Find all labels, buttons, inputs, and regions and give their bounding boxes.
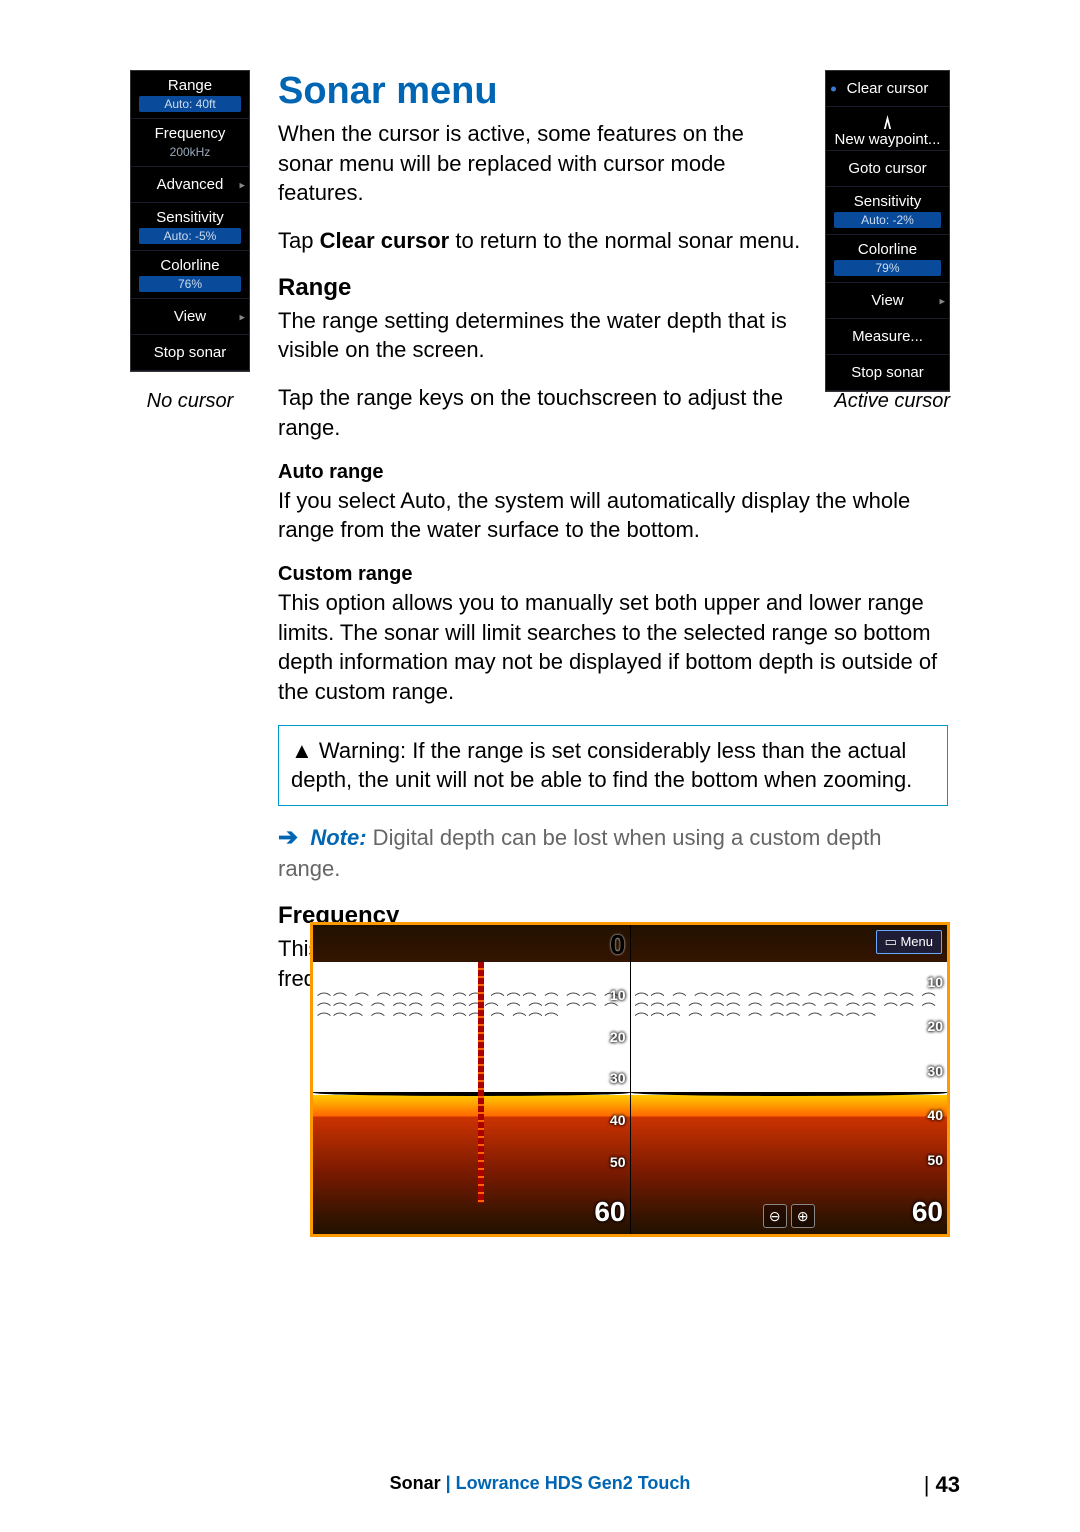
menu-value: Auto: -2%: [834, 212, 941, 228]
menu-label: View: [871, 292, 903, 309]
fish-arcs-decoration: ︵︵ ︵ ︵︵︵ ︵ ︵︵ ︵︵︵ ︵ ︵︵ ︵ ︵︵︵ ︵ ︵︵ ︵ ︵︵︵ …: [631, 981, 948, 1095]
caption-active-cursor: Active cursor: [810, 390, 950, 413]
text: to return to the normal sonar menu.: [449, 228, 800, 253]
menu-label: Sensitivity: [156, 209, 224, 226]
menu-label: Colorline: [858, 241, 917, 258]
arrow-right-icon: ➔: [278, 824, 298, 851]
menu-item-colorline: Colorline 76%: [131, 251, 249, 299]
menu-no-cursor: Range Auto: 40ft Frequency 200kHz Advanc…: [130, 70, 250, 372]
sonar-split-screenshot: ︵︵ ︵ ︵︵︵ ︵ ︵︵ ︵︵︵ ︵ ︵︵ ︵ ︵︵︵ ︵ ︵︵ ︵ ︵︵︵ …: [310, 922, 950, 1237]
footer-section: Sonar: [390, 1473, 441, 1493]
chevron-right-icon: ▸: [939, 294, 945, 307]
note-label: Note:: [310, 825, 366, 850]
menu-label: Stop sonar: [154, 344, 227, 361]
zoom-buttons: ⊖ ⊕: [763, 1204, 815, 1228]
waypoint-flag-icon: [879, 115, 897, 129]
zoom-out-icon: ⊖: [763, 1204, 787, 1228]
menu-item-clear-cursor: Clear cursor: [826, 71, 949, 107]
footer-product: Lowrance HDS Gen2 Touch: [456, 1473, 691, 1493]
tick: 20: [594, 1029, 625, 1045]
menu-label: Goto cursor: [848, 160, 926, 177]
tick: 0: [594, 929, 625, 961]
range-p2: Tap the range keys on the touchscreen to…: [278, 383, 803, 442]
depth-ruler-icon: [478, 962, 484, 1203]
sonar-left-panel: ︵︵ ︵ ︵︵︵ ︵ ︵︵ ︵︵︵ ︵ ︵︵ ︵ ︵︵︵ ︵ ︵︵ ︵ ︵︵︵ …: [313, 925, 631, 1234]
menu-item-goto-cursor: Goto cursor: [826, 151, 949, 187]
intro-paragraph-2: Tap Clear cursor to return to the normal…: [278, 226, 803, 256]
tick: [912, 929, 943, 945]
depth-ticks-left: 0 10 20 30 40 50 60: [594, 925, 625, 1234]
chevron-right-icon: ▸: [239, 178, 245, 191]
menu-label: Advanced: [157, 176, 224, 193]
custom-range-paragraph: This option allows you to manually set b…: [278, 588, 948, 707]
range-heading: Range: [278, 274, 803, 302]
sonar-right-panel: ︵︵ ︵ ︵︵︵ ︵ ︵︵ ︵︵︵ ︵ ︵︵ ︵ ︵︵︵ ︵ ︵︵ ︵ ︵︵︵ …: [631, 925, 948, 1234]
menu-item-view: View ▸: [131, 299, 249, 335]
warning-text: Warning: If the range is set considerabl…: [291, 738, 912, 793]
menu-value: 200kHz: [139, 144, 241, 160]
menu-label: Measure...: [852, 328, 923, 345]
custom-range-heading: Custom range: [278, 563, 948, 586]
menu-item-colorline: Colorline 79%: [826, 235, 949, 283]
menu-value: 76%: [139, 276, 241, 292]
menu-item-advanced: Advanced ▸: [131, 167, 249, 203]
tick: 50: [594, 1154, 625, 1170]
page-footer: Sonar | Lowrance HDS Gen2 Touch: [0, 1473, 1080, 1494]
note-line: ➔ Note: Digital depth can be lost when u…: [278, 822, 948, 884]
footer-separator: |: [441, 1473, 456, 1493]
menu-item-new-waypoint: New waypoint...: [826, 107, 949, 151]
depth-ticks-right: 10 20 30 40 50 60: [912, 925, 943, 1234]
tick: 40: [594, 1112, 625, 1128]
chevron-right-icon: ▸: [239, 310, 245, 323]
menu-item-sensitivity: Sensitivity Auto: -2%: [826, 187, 949, 235]
page-number: 43: [924, 1472, 960, 1498]
menu-value: Auto: -5%: [139, 228, 241, 244]
tick: 60: [912, 1196, 943, 1228]
menu-value: 79%: [834, 260, 941, 276]
auto-range-paragraph: If you select Auto, the system will auto…: [278, 486, 948, 545]
menu-item-stop-sonar: Stop sonar: [826, 355, 949, 391]
menu-label: Colorline: [160, 257, 219, 274]
menu-value: Auto: 40ft: [139, 96, 241, 112]
tick: 40: [912, 1107, 943, 1123]
warning-box: ▲ Warning: If the range is set considera…: [278, 725, 948, 806]
menu-label: Range: [168, 77, 212, 94]
bottom-line-decoration: [631, 1092, 948, 1096]
section-title: Sonar menu: [278, 70, 803, 113]
intro-paragraph-1: When the cursor is active, some features…: [278, 119, 803, 208]
text: Tap: [278, 228, 320, 253]
menu-item-stop-sonar: Stop sonar: [131, 335, 249, 371]
menu-item-sensitivity: Sensitivity Auto: -5%: [131, 203, 249, 251]
zoom-in-icon: ⊕: [791, 1204, 815, 1228]
bullet-icon: [831, 86, 836, 91]
tick: 30: [912, 1063, 943, 1079]
menu-label: Clear cursor: [847, 80, 929, 97]
tick: 60: [594, 1196, 625, 1228]
menu-item-measure: Measure...: [826, 319, 949, 355]
tick: 30: [594, 1070, 625, 1086]
menu-label: Frequency: [155, 125, 226, 142]
menu-label: Stop sonar: [851, 364, 924, 381]
menu-active-cursor: Clear cursor New waypoint... Goto cursor…: [825, 70, 950, 392]
menu-item-range: Range Auto: 40ft: [131, 71, 249, 119]
tick: 10: [912, 974, 943, 990]
menu-item-frequency: Frequency 200kHz: [131, 119, 249, 167]
menu-label: Sensitivity: [854, 193, 922, 210]
tick: 10: [594, 987, 625, 1003]
menu-label: New waypoint...: [835, 131, 941, 148]
warning-icon: ▲: [291, 738, 313, 763]
auto-range-heading: Auto range: [278, 461, 948, 484]
tick: 50: [912, 1152, 943, 1168]
clear-cursor-label: Clear cursor: [320, 228, 450, 253]
note-text: Digital depth can be lost when using a c…: [278, 825, 881, 881]
bottom-line-decoration: [313, 1092, 630, 1096]
menu-label: View: [174, 308, 206, 325]
menu-item-view: View ▸: [826, 283, 949, 319]
caption-no-cursor: No cursor: [130, 390, 250, 413]
range-p1: The range setting determines the water d…: [278, 306, 803, 365]
fish-arcs-decoration: ︵︵ ︵ ︵︵︵ ︵ ︵︵ ︵︵︵ ︵ ︵︵ ︵ ︵︵︵ ︵ ︵︵ ︵ ︵︵︵ …: [313, 981, 630, 1095]
tick: 20: [912, 1018, 943, 1034]
